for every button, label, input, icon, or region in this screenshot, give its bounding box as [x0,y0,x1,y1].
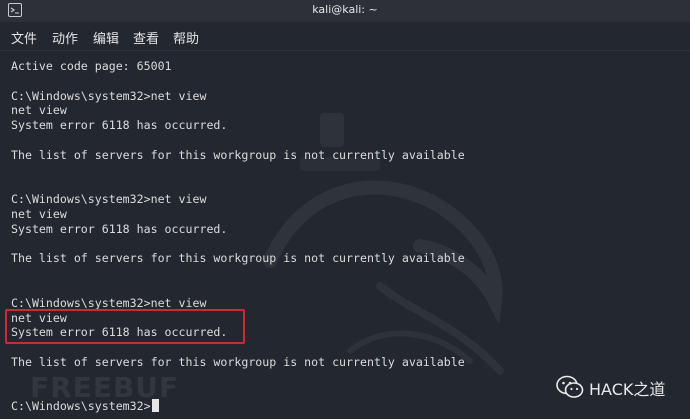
menu-action[interactable]: 动作 [52,28,78,47]
terminal-line: net view [11,207,67,221]
terminal-line: The list of servers for this workgroup i… [11,147,465,162]
terminal-line: The list of servers for this workgroup i… [11,355,465,369]
terminal-line: System error 6118 has occurred. [11,221,228,236]
freebuf-watermark: FREEBUF [30,371,180,404]
wechat-icon [556,375,584,398]
window-title: kali@kali: ~ [312,3,378,16]
terminal-line: C:\Windows\system32>net view [11,88,207,103]
terminal-line: C:\Windows\system32>net view [11,192,207,207]
terminal-line: net view [11,103,67,118]
title-bar: kali@kali: ~ [0,0,690,22]
menu-file[interactable]: 文件 [11,28,37,47]
menu-help[interactable]: 帮助 [173,28,199,47]
terminal-window: kali@kali: ~ 文件 动作 编辑 查看 帮助 Active code … [0,0,690,419]
terminal-line: The list of servers for this workgroup i… [11,251,465,266]
error-highlight-box [5,309,245,344]
terminal-line: System error 6118 has occurred. [11,118,228,133]
terminal-output[interactable]: Active code page: 65001 C:\Windows\system… [0,51,690,419]
menu-view[interactable]: 查看 [133,28,159,47]
menu-edit[interactable]: 编辑 [93,28,119,47]
terminal-line: Active code page: 65001 [11,59,172,73]
menu-bar: 文件 动作 编辑 查看 帮助 [0,22,690,51]
account-name: HACK之道 [589,380,666,399]
